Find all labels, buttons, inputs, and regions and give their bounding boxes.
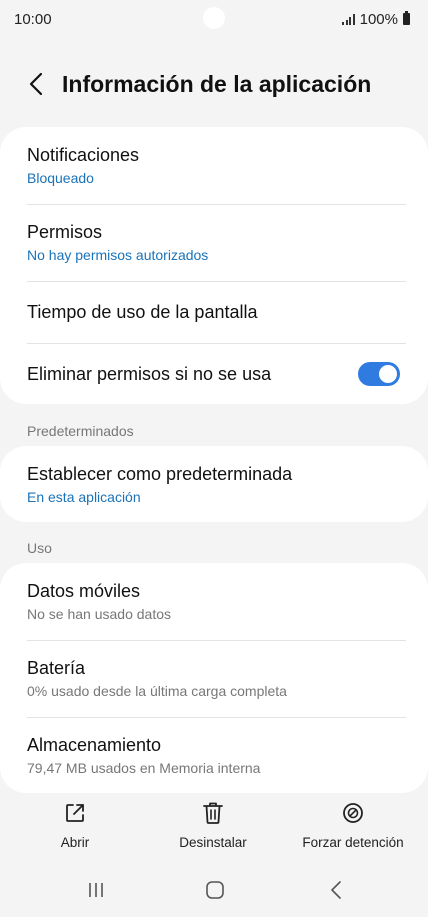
mobile-data-item[interactable]: Datos móviles No se han usado datos xyxy=(0,563,428,640)
system-nav-bar xyxy=(0,868,428,912)
permissions-title: Permisos xyxy=(27,222,103,242)
back-arrow-icon xyxy=(331,881,341,899)
action-bar: Abrir Desinstalar Forzar detención xyxy=(0,800,428,856)
mobile-data-title: Datos móviles xyxy=(27,581,141,601)
chevron-left-icon xyxy=(29,72,43,96)
battery-status: 0% usado desde la última carga completa xyxy=(27,683,287,699)
home-button[interactable] xyxy=(195,878,235,902)
uninstall-label: Desinstalar xyxy=(179,835,247,850)
back-button[interactable] xyxy=(16,64,56,104)
usage-card: Datos móviles No se han usado datos Bate… xyxy=(0,563,428,793)
app-header: Información de la aplicación xyxy=(0,56,428,112)
status-time: 10:00 xyxy=(14,10,52,28)
notifications-item[interactable]: Notificaciones Bloqueado xyxy=(0,127,428,204)
recents-icon xyxy=(89,883,103,897)
battery-title: Batería xyxy=(27,658,86,678)
home-icon xyxy=(206,881,224,899)
set-default-item[interactable]: Establecer como predeterminada En esta a… xyxy=(0,446,428,522)
storage-status: 79,47 MB usados en Memoria interna xyxy=(27,759,261,776)
remove-permissions-item[interactable]: Eliminar permisos si no se usa xyxy=(0,343,428,404)
set-default-title: Establecer como predeterminada xyxy=(27,463,293,484)
mobile-data-status: No se han usado datos xyxy=(27,606,171,622)
permissions-item[interactable]: Permisos No hay permisos autorizados xyxy=(0,204,428,281)
signal-icon xyxy=(342,13,355,25)
page-title: Información de la aplicación xyxy=(62,70,372,97)
recents-button[interactable] xyxy=(76,878,116,902)
storage-item[interactable]: Almacenamiento 79,47 MB usados en Memori… xyxy=(0,717,428,793)
screen-time-item[interactable]: Tiempo de uso de la pantalla xyxy=(0,281,428,343)
notifications-title: Notificaciones xyxy=(27,145,140,165)
force-stop-label: Forzar detención xyxy=(302,835,404,850)
defaults-card: Establecer como predeterminada En esta a… xyxy=(0,446,428,522)
section-label-usage: Uso xyxy=(27,540,52,556)
remove-permissions-title: Eliminar permisos si no se usa xyxy=(27,363,272,384)
remove-permissions-toggle[interactable] xyxy=(358,361,400,386)
block-icon xyxy=(340,800,366,826)
force-stop-button[interactable]: Forzar detención xyxy=(296,800,410,850)
open-button[interactable]: Abrir xyxy=(45,800,105,850)
open-label: Abrir xyxy=(60,835,90,850)
screen-time-title: Tiempo de uso de la pantalla xyxy=(27,302,258,322)
open-external-icon xyxy=(62,800,88,826)
status-indicators: 100% xyxy=(342,11,410,28)
storage-title: Almacenamiento xyxy=(27,734,162,755)
trash-icon xyxy=(200,800,226,826)
battery-item[interactable]: Batería 0% usado desde la última carga c… xyxy=(0,640,428,717)
battery-icon xyxy=(403,11,410,25)
section-label-defaults: Predeterminados xyxy=(27,423,134,439)
uninstall-button[interactable]: Desinstalar xyxy=(168,800,258,850)
set-default-status: En esta aplicación xyxy=(27,488,141,505)
notifications-status: Bloqueado xyxy=(27,170,94,186)
battery-percent: 100% xyxy=(359,10,398,28)
camera-cutout xyxy=(203,7,225,29)
app-settings-card: Notificaciones Bloqueado Permisos No hay… xyxy=(0,127,428,404)
permissions-status: No hay permisos autorizados xyxy=(27,247,209,263)
nav-back-button[interactable] xyxy=(316,878,356,902)
toggle-knob xyxy=(379,364,397,383)
